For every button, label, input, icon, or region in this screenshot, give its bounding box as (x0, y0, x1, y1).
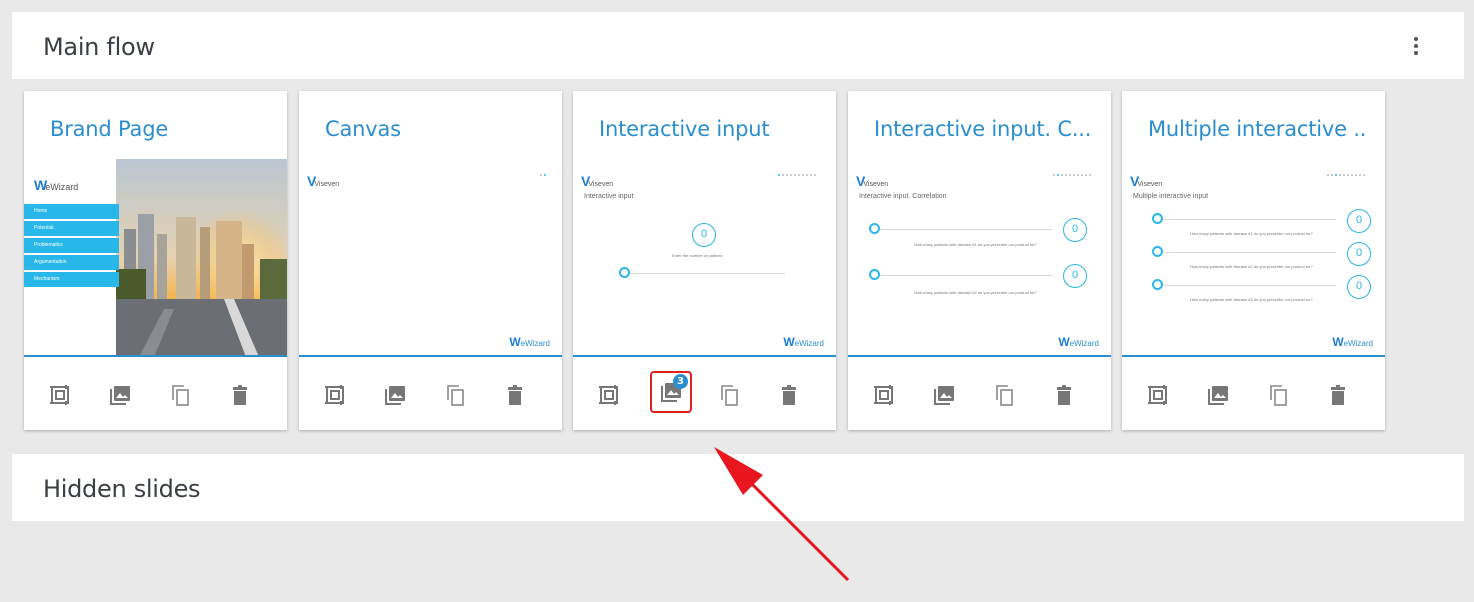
images-icon[interactable] (1203, 380, 1233, 410)
thumb-menu: Home Potential Problematics Argumentatio… (24, 204, 119, 289)
frame-icon[interactable] (1143, 380, 1173, 410)
slide-title[interactable]: Interactive input (599, 117, 819, 141)
slider-knob[interactable] (869, 269, 880, 280)
slide-thumbnail[interactable]: VViseven Multiple interactive input 0 Ho… (1122, 159, 1385, 357)
slider-knob[interactable] (1152, 279, 1163, 290)
card-actions (848, 359, 1111, 430)
trash-icon[interactable] (1049, 380, 1079, 410)
frame-icon[interactable] (45, 380, 75, 410)
trash-icon[interactable] (500, 380, 530, 410)
value-circle: 0 (1063, 218, 1087, 242)
copy-icon[interactable] (165, 380, 195, 410)
value-circle: 0 (1347, 275, 1371, 299)
slider-knob[interactable] (1152, 213, 1163, 224)
value-circle: 0 (1347, 242, 1371, 266)
slider-knob[interactable] (619, 267, 630, 278)
images-icon[interactable]: 3 (650, 371, 692, 413)
main-flow-header: Main flow (12, 12, 1464, 79)
slide-card-interactive-input-correlation[interactable]: Interactive input. C... VViseven Interac… (848, 91, 1111, 430)
viseven-logo: Viseven (1137, 181, 1163, 188)
slide-title[interactable]: Interactive input. C... (874, 117, 1094, 141)
slide-card-canvas[interactable]: Canvas VViseven WeWizard (299, 91, 562, 430)
slide-card-multiple-interactive-input[interactable]: Multiple interactive ... VViseven Multip… (1122, 91, 1385, 430)
slide-thumbnail[interactable]: VViseven Interactive input 0 Enter the n… (573, 159, 836, 357)
slide-card-interactive-input[interactable]: Interactive input VViseven Interactive i… (573, 91, 836, 430)
trash-icon[interactable] (774, 380, 804, 410)
viseven-logo: Viseven (863, 181, 889, 188)
trash-icon[interactable] (1323, 380, 1353, 410)
hidden-slides-title: Hidden slides (43, 475, 201, 503)
copy-icon[interactable] (989, 380, 1019, 410)
slide-title[interactable]: Multiple interactive ... (1148, 117, 1368, 141)
ewizard-footer-logo: WeWizard (1058, 335, 1099, 349)
main-flow-title: Main flow (43, 33, 155, 61)
value-circle: 0 (1347, 209, 1371, 233)
card-actions (1122, 359, 1385, 430)
frame-icon[interactable] (594, 380, 624, 410)
ewizard-footer-logo: WeWizard (509, 335, 550, 349)
copy-icon[interactable] (440, 380, 470, 410)
copy-icon[interactable] (1263, 380, 1293, 410)
card-actions (299, 359, 562, 430)
card-actions (24, 359, 287, 430)
copy-icon[interactable] (714, 380, 744, 410)
images-icon[interactable] (380, 380, 410, 410)
more-vert-icon[interactable] (1406, 36, 1426, 56)
slide-title[interactable]: Brand Page (50, 117, 270, 141)
slide-title[interactable]: Canvas (325, 117, 545, 141)
ewizard-footer-logo: WeWizard (783, 335, 824, 349)
slide-thumbnail[interactable]: VViseven Interactive input. Correlation … (848, 159, 1111, 357)
value-circle: 0 (692, 223, 716, 247)
trash-icon[interactable] (225, 380, 255, 410)
slide-thumbnail[interactable]: VViseven WeWizard (299, 159, 562, 357)
value-circle: 0 (1063, 264, 1087, 288)
slide-card-brand-page[interactable]: Brand Page WeWizard Home Potential Probl… (24, 91, 287, 430)
slider-knob[interactable] (869, 223, 880, 234)
card-actions: 3 (573, 359, 836, 430)
images-icon[interactable] (105, 380, 135, 410)
ewizard-logo: eWizard (45, 182, 79, 192)
frame-icon[interactable] (869, 380, 899, 410)
images-count-badge: 3 (673, 374, 688, 389)
hidden-slides-header: Hidden slides (12, 454, 1464, 521)
slider-knob[interactable] (1152, 246, 1163, 257)
images-icon[interactable] (929, 380, 959, 410)
ewizard-footer-logo: WeWizard (1332, 335, 1373, 349)
slide-thumbnail[interactable]: WeWizard Home Potential Problematics Arg… (24, 159, 287, 357)
viseven-logo: Viseven (588, 181, 614, 188)
frame-icon[interactable] (320, 380, 350, 410)
viseven-logo: Viseven (314, 181, 340, 188)
